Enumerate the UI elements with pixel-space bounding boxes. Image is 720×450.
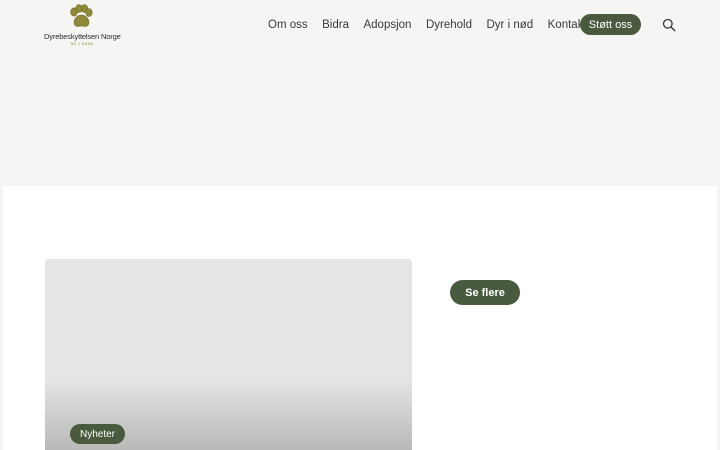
search-icon[interactable]	[662, 18, 676, 32]
paw-icon	[70, 4, 93, 27]
see-more-button[interactable]: Se flere	[450, 280, 520, 305]
news-section: Nyheter Se flere	[3, 186, 717, 450]
nav-item-dyrehold[interactable]: Dyrehold	[426, 19, 472, 31]
nav-item-om-oss[interactable]: Om oss	[268, 19, 308, 31]
nav-item-bidra[interactable]: Bidra	[322, 19, 349, 31]
nav-item-dyr-i-nod[interactable]: Dyr i nød	[486, 19, 533, 31]
support-button[interactable]: Støtt oss	[580, 14, 641, 35]
logo-name: Dyrebeskyttelsen Norge	[44, 32, 121, 41]
site-header: Dyrebeskyttelsen Norge NO 1 EANA Om oss …	[0, 0, 720, 50]
news-card-image[interactable]: Nyheter	[45, 259, 412, 450]
site-logo[interactable]: Dyrebeskyttelsen Norge NO 1 EANA	[44, 4, 121, 48]
logo-tagline: NO 1 EANA	[70, 42, 94, 46]
nav-item-adopsjon[interactable]: Adopsjon	[363, 19, 411, 31]
category-badge[interactable]: Nyheter	[70, 424, 126, 444]
main-nav: Om oss Bidra Adopsjon Dyrehold Dyr i nød…	[268, 0, 601, 50]
